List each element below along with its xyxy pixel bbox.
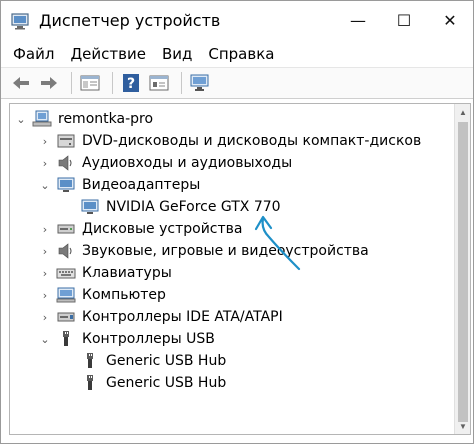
display-adapter-icon [56, 176, 76, 194]
tree-item-keyboards[interactable]: › Клавиатуры [38, 262, 172, 284]
display-adapter-icon [80, 198, 100, 216]
tree-item-usb-hub[interactable]: Generic USB Hub [62, 350, 226, 372]
dvd-drive-icon [56, 132, 76, 150]
window-title: Диспетчер устройств [39, 10, 221, 30]
ide-controller-icon [56, 308, 76, 326]
expand-chevron-icon[interactable]: › [38, 152, 52, 174]
tree-item-spacer [62, 196, 76, 218]
expand-chevron-icon[interactable]: › [38, 262, 52, 284]
tree-item-dvd[interactable]: › DVD-дисководы и дисководы компакт-диск… [38, 130, 421, 152]
expand-chevron-icon[interactable]: › [38, 306, 52, 328]
properties-icon[interactable] [147, 71, 171, 95]
usb-plug-icon [80, 374, 100, 392]
expand-chevron-icon[interactable]: › [38, 130, 52, 152]
vertical-scrollbar[interactable]: ▲ ▼ [454, 104, 470, 434]
tree-item-audio-io[interactable]: › Аудиовходы и аудиовыходы [38, 152, 292, 174]
tree-item-label: Звуковые, игровые и видеоустройства [82, 243, 369, 259]
speaker-icon [56, 242, 76, 260]
tree-item-label: Компьютер [82, 287, 166, 303]
usb-icon [56, 330, 76, 348]
tree-item-label: NVIDIA GeForce GTX 770 [106, 199, 281, 215]
tree-item-disk-drives[interactable]: › Дисковые устройства [38, 218, 243, 240]
maximize-button[interactable]: ☐ [381, 1, 427, 39]
scroll-down-arrow-icon[interactable]: ▼ [455, 418, 470, 434]
tree-item-label: Контроллеры USB [82, 331, 215, 347]
computer-root-icon [32, 110, 52, 128]
toolbar-separator [112, 72, 113, 94]
toolbar-separator [71, 72, 72, 94]
tree-item-display-adapters[interactable]: ⌄ Видеоадаптеры [38, 174, 200, 196]
tree-item-label: Клавиатуры [82, 265, 172, 281]
tree-item-usb-hub[interactable]: Generic USB Hub [62, 372, 226, 394]
keyboard-icon [56, 264, 76, 282]
tree-item-usb-controllers[interactable]: ⌄ Контроллеры USB [38, 328, 215, 350]
expand-chevron-icon[interactable]: › [38, 218, 52, 240]
help-icon[interactable]: ? [119, 71, 143, 95]
tree-item-label: DVD-дисководы и дисководы компакт-дисков [82, 133, 422, 149]
tree-item-label: Видеоадаптеры [82, 177, 201, 193]
close-button[interactable]: ✕ [427, 1, 473, 39]
tree-root-label: remontka-pro [58, 111, 154, 127]
usb-plug-icon [80, 352, 100, 370]
collapse-chevron-icon[interactable]: ⌄ [38, 328, 52, 350]
tree-item-computer[interactable]: › Компьютер [38, 284, 166, 306]
device-manager-app-icon [9, 9, 31, 31]
tree-item-nvidia-gpu[interactable]: NVIDIA GeForce GTX 770 [62, 196, 281, 218]
title-bar: Диспетчер устройств — ☐ ✕ [1, 1, 473, 39]
expand-chevron-icon[interactable]: › [38, 240, 52, 262]
menu-view[interactable]: Вид [154, 45, 200, 63]
tree-item-label: Контроллеры IDE ATA/ATAPI [82, 309, 283, 325]
svg-text:?: ? [127, 76, 135, 92]
toolbar-separator [181, 72, 182, 94]
scroll-up-arrow-icon[interactable]: ▲ [455, 104, 470, 120]
device-tree-panel: ⌄ remontka-pro › DVD-дисководы и дисково… [9, 103, 471, 435]
monitor-scan-icon[interactable] [188, 71, 212, 95]
device-manager-window: Диспетчер устройств — ☐ ✕ Файл Действие … [0, 0, 474, 444]
expand-chevron-icon[interactable]: › [38, 284, 52, 306]
collapse-chevron-icon[interactable]: ⌄ [14, 108, 28, 130]
back-icon[interactable] [9, 71, 33, 95]
tree-item-spacer [62, 372, 76, 394]
menu-action[interactable]: Действие [62, 45, 154, 63]
tree-item-label: Generic USB Hub [106, 353, 227, 369]
menu-help[interactable]: Справка [200, 45, 282, 63]
tree-item-label: Дисковые устройства [82, 221, 243, 237]
tree-item-ide-controllers[interactable]: › Контроллеры IDE ATA/ATAPI [38, 306, 283, 328]
tree-item-label: Generic USB Hub [106, 375, 227, 391]
tree-item-spacer [62, 350, 76, 372]
forward-icon[interactable] [37, 71, 61, 95]
tree-root[interactable]: ⌄ remontka-pro [14, 108, 153, 130]
speaker-icon [56, 154, 76, 172]
show-hide-tree-icon[interactable] [78, 71, 102, 95]
menu-bar: Файл Действие Вид Справка [1, 43, 282, 65]
collapse-chevron-icon[interactable]: ⌄ [38, 174, 52, 196]
minimize-button[interactable]: — [335, 1, 381, 39]
disk-drive-icon [56, 220, 76, 238]
tree-item-sound-video-game[interactable]: › Звуковые, игровые и видеоустройства [38, 240, 369, 262]
menu-file[interactable]: Файл [1, 45, 62, 63]
tree-item-label: Аудиовходы и аудиовыходы [82, 155, 293, 171]
toolbar: ? [1, 67, 473, 99]
computer-icon [56, 286, 76, 304]
scrollbar-thumb[interactable] [458, 122, 468, 422]
